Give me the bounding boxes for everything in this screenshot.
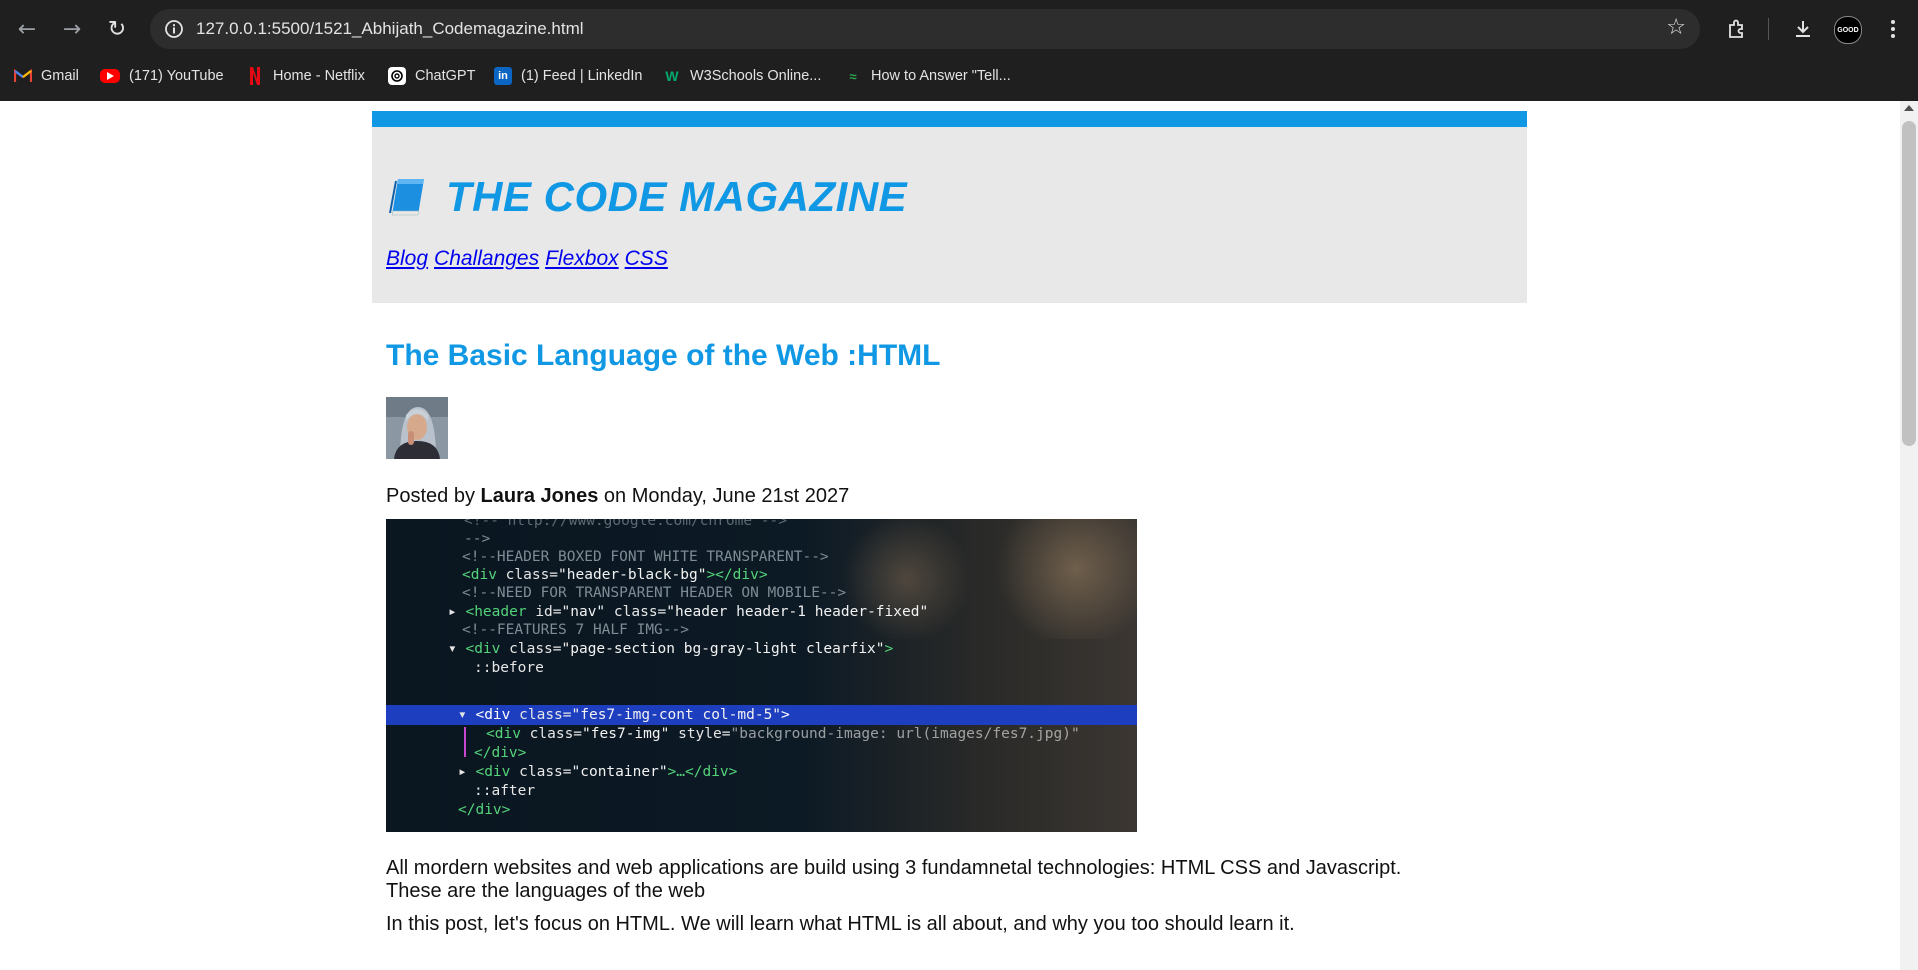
browser-chrome: ← → ↻ 127.0.0.1:5500/1521_Abhijath_Codem…	[0, 0, 1918, 101]
scroll-up-arrow-icon[interactable]	[1904, 105, 1914, 111]
bookmark-label: (1) Feed | LinkedIn	[521, 68, 643, 84]
author-name: Laura Jones	[480, 485, 599, 507]
code-line: <!--FEATURES 7 HALF IMG-->	[462, 622, 689, 638]
browser-toolbar: ← → ↻ 127.0.0.1:5500/1521_Abhijath_Codem…	[0, 0, 1918, 58]
bookmark-label: W3Schools Online...	[690, 68, 822, 84]
toolbar-divider	[1768, 18, 1769, 40]
post-title: The Basic Language of the Web :HTML	[386, 339, 941, 372]
paragraph-line: These are the languages of the web	[386, 880, 706, 902]
gmail-icon	[14, 67, 32, 85]
scrollbar-thumb[interactable]	[1902, 121, 1916, 446]
post-hero-image: <!-- http://www.google.com/chrome --> --…	[386, 519, 1137, 832]
page-container: THE CODE MAGAZINE Blog Challanges Flexbox C…	[372, 111, 1527, 935]
site-title: THE CODE MAGAZINE	[446, 173, 908, 220]
code-line: ▾ <div class="page-section bg-gray-light…	[448, 641, 894, 657]
site-brand: THE CODE MAGAZINE	[386, 173, 907, 221]
arrow-right-icon: →	[62, 16, 82, 42]
bookmark-youtube[interactable]: (171) YouTube	[100, 60, 224, 92]
blog-post: The Basic Language of the Web :HTML Post…	[386, 339, 1526, 935]
post-paragraph-2: In this post, let's focus on HTML. We wi…	[386, 913, 1295, 935]
site-nav: Blog Challanges Flexbox CSS	[386, 247, 674, 271]
url-text[interactable]: 127.0.0.1:5500/1521_Abhijath_Codemagazin…	[196, 19, 584, 39]
nav-link-blog[interactable]: Blog	[386, 247, 428, 270]
link-icon: ≈	[849, 68, 857, 84]
bookmark-how-to-answer[interactable]: ≈ How to Answer "Tell...	[844, 60, 1011, 92]
bookmark-w3schools[interactable]: W W3Schools Online...	[663, 60, 821, 92]
post-paragraph-1: All mordern websites and web application…	[386, 857, 1526, 903]
image-bokeh	[986, 519, 1137, 639]
bookmarks-bar: Gmail (171) YouTube Home - Netflix ChatG…	[0, 60, 1918, 92]
code-line: <!--NEED FOR TRANSPARENT HEADER ON MOBIL…	[462, 585, 847, 601]
post-byline: Posted by Laura Jones on Monday, June 21…	[386, 485, 849, 508]
author-avatar	[386, 397, 448, 459]
page-scrollbar[interactable]	[1900, 101, 1918, 970]
bookmark-label: ChatGPT	[415, 68, 476, 84]
bookmark-gmail[interactable]: Gmail	[14, 60, 79, 92]
byline-prefix: Posted by	[386, 485, 475, 507]
bookmark-netflix[interactable]: Home - Netflix	[246, 60, 365, 92]
image-guide-line	[464, 727, 466, 757]
site-header: THE CODE MAGAZINE Blog Challanges Flexbox C…	[372, 111, 1527, 303]
code-line: ::before	[474, 660, 544, 676]
bookmark-label: Home - Netflix	[273, 68, 365, 84]
page-viewport: THE CODE MAGAZINE Blog Challanges Flexbox C…	[0, 101, 1900, 970]
menu-kebab-icon[interactable]	[1876, 12, 1910, 46]
forward-button[interactable]: →	[55, 12, 89, 46]
code-line: <!--HEADER BOXED FONT WHITE TRANSPARENT-…	[462, 549, 829, 565]
bookmark-label: (171) YouTube	[129, 68, 224, 84]
code-line: <div class="header-black-bg"></div>	[462, 567, 768, 583]
linkedin-icon: in	[494, 67, 512, 85]
code-line: </div>	[474, 745, 527, 761]
w3schools-icon: W	[665, 68, 679, 84]
arrow-left-icon: ←	[17, 16, 37, 42]
bookmark-star-icon[interactable]: ☆	[1666, 15, 1686, 40]
profile-avatar[interactable]: GOOD	[1834, 16, 1862, 44]
site-info-icon[interactable]	[162, 17, 186, 41]
chatgpt-icon	[388, 67, 406, 85]
bookmark-label: Gmail	[41, 68, 79, 84]
code-line: <!-- http://www.google.com/chrome -->	[464, 519, 788, 529]
bookmark-linkedin[interactable]: in (1) Feed | LinkedIn	[494, 60, 642, 92]
download-icon[interactable]	[1786, 12, 1820, 46]
nav-link-flexbox[interactable]: Flexbox	[545, 247, 619, 270]
code-line: ▸ <div class="container">…</div>	[458, 764, 738, 780]
code-line: ▾ <div class="fes7-img-cont col-md-5">	[458, 707, 790, 723]
profile-badge-text: GOOD	[1837, 26, 1859, 34]
netflix-icon	[246, 67, 264, 85]
address-bar[interactable]: 127.0.0.1:5500/1521_Abhijath_Codemagazin…	[150, 9, 1700, 49]
byline-date: on Monday, June 21st 2027	[603, 485, 850, 507]
paragraph-line: All mordern websites and web application…	[386, 857, 1402, 879]
back-button[interactable]: ←	[10, 12, 44, 46]
nav-link-challanges[interactable]: Challanges	[434, 247, 539, 270]
nav-link-css[interactable]: CSS	[625, 247, 668, 270]
reload-icon: ↻	[107, 16, 127, 42]
extensions-icon[interactable]	[1720, 12, 1754, 46]
reload-button[interactable]: ↻	[100, 12, 134, 46]
bookmark-chatgpt[interactable]: ChatGPT	[388, 60, 475, 92]
blue-book-icon	[389, 179, 424, 216]
code-line: <div class="fes7-img" style="background-…	[486, 726, 1080, 742]
bookmark-label: How to Answer "Tell...	[871, 68, 1011, 84]
image-bokeh	[836, 519, 976, 639]
code-line: ▸ <header id="nav" class="header header-…	[448, 604, 929, 620]
code-line: </div>	[458, 802, 511, 818]
youtube-icon	[100, 69, 120, 83]
code-line: -->	[464, 531, 491, 547]
code-line: ::after	[474, 783, 536, 799]
